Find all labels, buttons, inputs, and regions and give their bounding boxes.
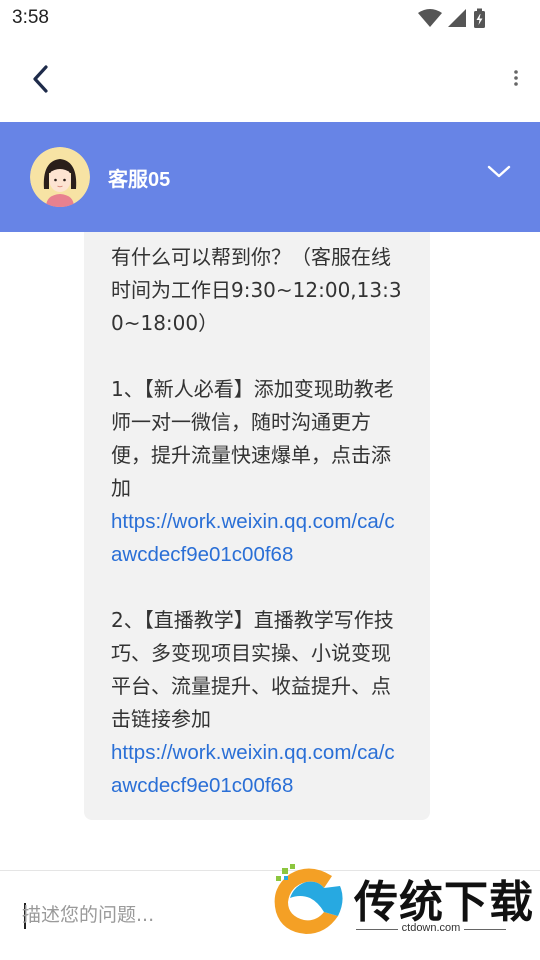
watermark: 传统下载 ctdown.com xyxy=(266,862,533,938)
message-item-1: 1、【新人必看】添加变现助教老师一对一微信，随时沟通更方便，提升流量快速爆单，点… xyxy=(111,377,394,500)
battery-icon xyxy=(474,8,485,28)
nav-bar xyxy=(0,36,540,122)
message-input[interactable] xyxy=(22,897,262,933)
status-icons xyxy=(418,8,500,34)
message-link-2[interactable]: https://work.weixin.qq.com/ca/cawcdecf9e… xyxy=(111,736,406,802)
wifi-icon xyxy=(418,9,442,27)
message-item-2: 2、【直播教学】直播教学写作技巧、多变现项目实操、小说变现平台、流量提升、收益提… xyxy=(111,608,394,731)
status-icons-svg xyxy=(418,8,485,28)
message-intro: 有什么可以帮到你？（客服在线时间为工作日9:30~12:00,13:30~18:… xyxy=(111,245,402,335)
more-menu-button[interactable] xyxy=(506,66,526,92)
back-arrow-icon xyxy=(33,65,48,93)
agent-header: 客服05 xyxy=(0,122,540,232)
back-button[interactable] xyxy=(26,62,58,96)
message-gap xyxy=(111,571,406,604)
signal-icon xyxy=(448,9,466,27)
more-vertical-icon xyxy=(514,70,518,86)
chat-area[interactable]: 有什么可以帮到你？（客服在线时间为工作日9:30~12:00,13:30~18:… xyxy=(0,232,540,870)
watermark-subtitle-wrap: ctdown.com xyxy=(356,922,506,934)
avatar xyxy=(30,147,90,207)
watermark-title: 传统下载 xyxy=(354,877,534,928)
collapse-header-button[interactable] xyxy=(486,162,512,182)
chevron-down-icon xyxy=(487,165,511,178)
watermark-subtitle: ctdown.com xyxy=(397,922,465,934)
agent-name: 客服05 xyxy=(108,169,171,191)
agent-avatar-image xyxy=(30,147,90,207)
message-bubble: 有什么可以帮到你？（客服在线时间为工作日9:30~12:00,13:30~18:… xyxy=(84,232,430,820)
watermark-logo-icon xyxy=(274,864,343,934)
status-bar: 3:58 xyxy=(0,0,540,36)
message-link-1[interactable]: https://work.weixin.qq.com/ca/cawcdecf9e… xyxy=(111,505,406,571)
status-time: 3:58 xyxy=(12,7,49,28)
message-gap xyxy=(111,340,406,373)
